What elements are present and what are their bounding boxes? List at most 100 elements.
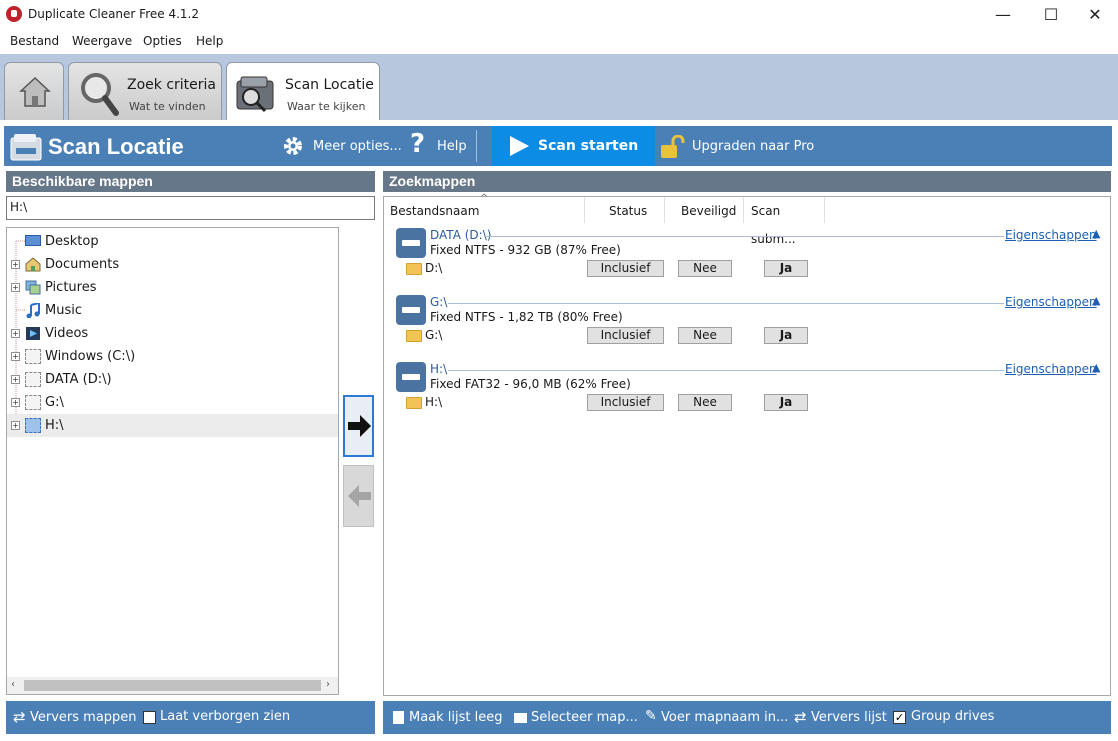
arrow-right-icon: [348, 415, 371, 437]
properties-link[interactable]: Eigenschappen: [1005, 228, 1097, 242]
scrollbar-thumb[interactable]: [24, 680, 321, 691]
scan-start-button[interactable]: Scan starten: [492, 126, 655, 166]
tab-zoek-criteria[interactable]: Zoek criteria Wat te vinden: [68, 62, 222, 124]
refresh-icon: ⇄: [13, 708, 26, 726]
scan-sub-toggle[interactable]: Ja: [764, 260, 808, 277]
drive-name: G:\: [430, 295, 448, 309]
menu-help[interactable]: Help: [196, 34, 223, 48]
toolbar-title: Scan Locatie: [48, 134, 184, 159]
app-icon: [6, 6, 22, 22]
drive-icon: [25, 395, 41, 410]
magnifier-icon: [81, 73, 119, 116]
menu-bestand[interactable]: Bestand: [10, 34, 59, 48]
right-panel-header: Zoekmappen: [383, 171, 1111, 192]
scroll-left-icon[interactable]: ‹: [11, 679, 15, 690]
group-drives-checkbox[interactable]: ✓: [893, 711, 906, 724]
status-dropdown[interactable]: Inclusief: [587, 394, 664, 411]
documents-icon: [25, 257, 41, 272]
minimize-button[interactable]: —: [980, 0, 1026, 30]
add-folder-button[interactable]: [343, 395, 374, 457]
expand-icon[interactable]: +: [11, 375, 20, 384]
play-icon: [510, 136, 529, 156]
column-status[interactable]: Status: [585, 197, 665, 223]
protected-toggle[interactable]: Nee: [678, 394, 732, 411]
unlock-icon: [661, 135, 685, 158]
collapse-icon[interactable]: ▲: [1092, 227, 1100, 240]
tree-item-data-d[interactable]: + DATA (D:\): [7, 368, 338, 391]
status-dropdown[interactable]: Inclusief: [587, 260, 664, 277]
folder-icon: [406, 330, 422, 342]
drive-separator: [448, 370, 1004, 371]
column-beveiligd[interactable]: Beveiligd: [665, 197, 744, 223]
drive-info: Fixed NTFS - 1,82 TB (80% Free): [430, 310, 623, 324]
collapse-icon[interactable]: ▲: [1092, 361, 1100, 374]
tab-scan-locatie[interactable]: Scan Locatie Waar te kijken: [226, 62, 380, 126]
arrow-left-icon: [348, 485, 371, 507]
help-button[interactable]: Help: [437, 139, 467, 154]
search-folders-list[interactable]: Bestandsnaam ^ Status Beveiligd Scan sub…: [383, 193, 1111, 696]
tree-item-pictures[interactable]: + Pictures: [7, 276, 338, 299]
protected-toggle[interactable]: Nee: [678, 327, 732, 344]
tab-zoek-criteria-title: Zoek criteria: [127, 77, 216, 93]
pictures-icon: [25, 280, 41, 295]
folder-tree[interactable]: Desktop + Documents + Pictures Music + V…: [6, 227, 339, 695]
gear-icon: [284, 137, 302, 155]
left-bottom-bar: ⇄ Ververs mappen Laat verborgen zien: [6, 701, 375, 734]
column-scan-subm[interactable]: Scan subm...: [744, 197, 825, 246]
tab-scan-locatie-sub: Waar te kijken: [287, 100, 366, 113]
tree-item-windows-c[interactable]: + Windows (C:\): [7, 345, 338, 368]
enter-folder-name-button[interactable]: Voer mapnaam in...: [661, 710, 788, 725]
select-folder-button[interactable]: Selecteer map...: [531, 710, 638, 725]
collapse-icon[interactable]: ▲: [1092, 294, 1100, 307]
menu-opties[interactable]: Opties: [143, 34, 182, 48]
drive-icon: [396, 228, 426, 258]
tab-strip: Zoek criteria Wat te vinden Scan Locatie…: [0, 54, 1118, 126]
properties-link[interactable]: Eigenschappen: [1005, 362, 1097, 376]
drive-name: H:\: [430, 362, 448, 376]
left-panel-header: Beschikbare mappen: [6, 171, 375, 192]
expand-icon[interactable]: +: [11, 260, 20, 269]
sort-ascending-icon: ^: [480, 193, 489, 204]
menu-bar: Bestand Weergave Opties Help: [0, 30, 1118, 54]
drive-group-g: G:\ Fixed NTFS - 1,82 TB (80% Free) Eige…: [394, 293, 1106, 360]
expand-icon[interactable]: +: [11, 421, 20, 430]
tree-item-g[interactable]: + G:\: [7, 391, 338, 414]
home-icon: [19, 76, 51, 107]
group-drives-label: Group drives: [911, 709, 995, 724]
properties-link[interactable]: Eigenschappen: [1005, 295, 1097, 309]
scan-sub-toggle[interactable]: Ja: [764, 394, 808, 411]
expand-icon[interactable]: +: [11, 398, 20, 407]
maximize-button[interactable]: ☐: [1028, 0, 1074, 30]
tree-item-videos[interactable]: + Videos: [7, 322, 338, 345]
expand-icon[interactable]: +: [11, 352, 20, 361]
clear-list-button[interactable]: Maak lijst leeg: [409, 710, 503, 725]
tree-horizontal-scrollbar[interactable]: ‹ ›: [7, 677, 338, 694]
status-dropdown[interactable]: Inclusief: [587, 327, 664, 344]
close-button[interactable]: ✕: [1072, 0, 1118, 30]
upgrade-pro-button[interactable]: Upgraden naar Pro: [692, 139, 814, 154]
tree-item-documents[interactable]: + Documents: [7, 253, 338, 276]
tab-home[interactable]: [4, 62, 64, 124]
scan-sub-toggle[interactable]: Ja: [764, 327, 808, 344]
menu-weergave[interactable]: Weergave: [72, 34, 132, 48]
refresh-list-button[interactable]: Ververs lijst: [811, 710, 887, 725]
tree-item-h[interactable]: + H:\: [7, 414, 338, 437]
folder-label: G:\: [425, 328, 443, 342]
title-bar: Duplicate Cleaner Free 4.1.2 — ☐ ✕: [0, 0, 1118, 30]
expand-icon[interactable]: +: [11, 329, 20, 338]
tree-item-desktop[interactable]: Desktop: [7, 230, 338, 253]
remove-folder-button[interactable]: [343, 465, 374, 527]
expand-icon[interactable]: +: [11, 283, 20, 292]
path-input[interactable]: H:\: [6, 196, 375, 220]
protected-toggle[interactable]: Nee: [678, 260, 732, 277]
drive-icon: [25, 349, 41, 364]
pencil-icon: ✎: [645, 708, 657, 724]
help-icon: ?: [410, 129, 426, 159]
scroll-right-icon[interactable]: ›: [326, 679, 330, 690]
folder-select-icon: [514, 713, 527, 723]
show-hidden-checkbox[interactable]: [143, 711, 156, 724]
scan-location-icon: [236, 76, 274, 113]
tree-item-music[interactable]: Music: [7, 299, 338, 322]
more-options-button[interactable]: Meer opties...: [313, 139, 402, 154]
refresh-folders-button[interactable]: Ververs mappen: [30, 710, 137, 725]
